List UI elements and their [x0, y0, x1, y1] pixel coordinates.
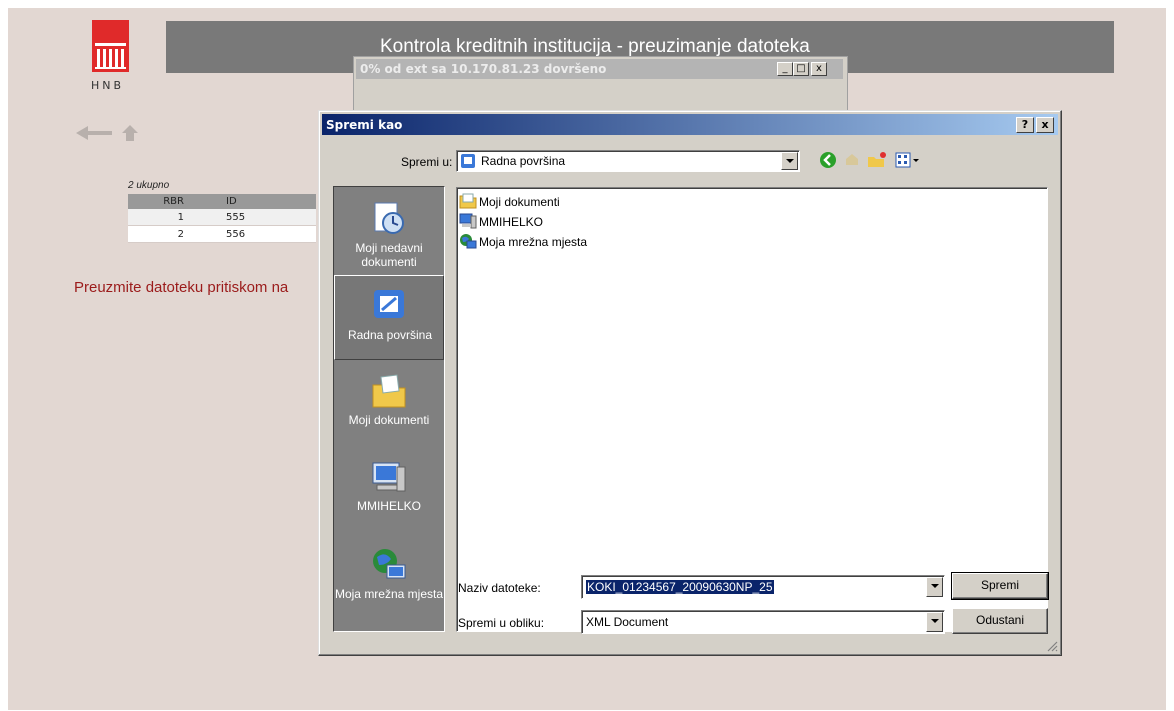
place-label: MMIHELKO: [356, 499, 421, 513]
back-icon[interactable]: [819, 151, 837, 169]
cell-id: 555: [190, 209, 316, 226]
column-header-id: ID: [190, 194, 316, 209]
recent-documents-icon: [374, 202, 404, 234]
table-row[interactable]: 2 556: [128, 225, 316, 243]
dialog-close-button[interactable]: x: [1036, 117, 1054, 133]
filetype-value: XML Document: [586, 615, 669, 629]
page-title: Kontrola kreditnih institucija - preuzim…: [380, 36, 810, 57]
save-button[interactable]: Spremi: [951, 572, 1049, 600]
save-in-dropdown[interactable]: Radna površina: [456, 150, 800, 172]
progress-close-button[interactable]: x: [811, 62, 827, 76]
minimize-button[interactable]: _: [777, 62, 793, 76]
place-my-computer[interactable]: MMIHELKO: [334, 449, 444, 534]
file-name: Moji dokumenti: [479, 195, 560, 209]
home-icon[interactable]: [120, 123, 140, 143]
table-row[interactable]: 1 555: [128, 209, 316, 226]
back-arrow-icon[interactable]: [74, 123, 114, 143]
up-folder-icon[interactable]: [843, 151, 861, 169]
table-header-row: RBR ID: [128, 194, 316, 209]
file-name: Moja mrežna mjesta: [479, 235, 588, 249]
nav-arrows: [74, 123, 144, 145]
filetype-dropdown[interactable]: XML Document: [581, 610, 945, 634]
place-desktop[interactable]: Radna površina: [334, 275, 444, 360]
filetype-label: Spremi u obliku:: [458, 616, 545, 630]
list-item[interactable]: Moji dokumenti: [459, 192, 619, 212]
cell-rbr: 2: [128, 225, 190, 243]
list-item[interactable]: MMIHELKO: [459, 212, 619, 232]
network-places-icon: [373, 549, 406, 579]
logo-text: HNB: [91, 79, 125, 92]
dialog-title-bar[interactable]: Spremi kao ? x: [322, 114, 1058, 135]
my-documents-icon: [372, 374, 406, 408]
dialog-toolbar: [819, 151, 959, 175]
hnb-logo: HNB: [83, 20, 131, 100]
progress-title-bar[interactable]: 0% od ext sa 10.170.81.23 dovršeno _ □ x: [356, 59, 843, 79]
download-instruction: Preuzmite datoteku pritiskom na: [74, 279, 289, 296]
maximize-button[interactable]: □: [793, 62, 809, 76]
column-header-rbr: RBR: [128, 194, 190, 209]
place-label: Moji dokumenti: [348, 413, 430, 427]
filename-input[interactable]: KOKI_01234567_20090630NP_25: [581, 575, 945, 599]
view-menu-icon[interactable]: [895, 151, 921, 169]
new-folder-icon[interactable]: [867, 151, 887, 169]
cancel-button[interactable]: Odustani: [952, 608, 1048, 634]
filename-label: Naziv datoteke:: [458, 581, 541, 595]
resize-grip-icon[interactable]: [1046, 640, 1058, 652]
records-table: RBR ID 1 555 2 556: [128, 194, 316, 243]
network-icon: [460, 234, 477, 249]
chevron-down-icon[interactable]: [926, 612, 943, 632]
computer-icon: [459, 213, 477, 229]
filename-value: KOKI_01234567_20090630NP_25: [586, 580, 774, 594]
cell-rbr: 1: [128, 209, 190, 226]
help-button[interactable]: ?: [1016, 117, 1034, 133]
folder-icon: [459, 193, 477, 209]
save-as-dialog: Spremi kao ? x Spremi u: Radna površina: [318, 110, 1062, 656]
place-label: Moja mrežna mjesta: [334, 587, 444, 601]
desktop-icon: [461, 154, 475, 168]
chevron-down-icon[interactable]: [926, 577, 943, 597]
logo-mark: [92, 20, 129, 72]
list-item[interactable]: Moja mrežna mjesta: [459, 232, 639, 252]
save-in-label: Spremi u:: [401, 155, 453, 169]
cell-id: 556: [190, 225, 316, 243]
file-name: MMIHELKO: [479, 215, 544, 229]
places-bar: Moji nedavni dokumenti Radna površina Mo…: [333, 186, 445, 632]
place-recent-documents[interactable]: Moji nedavni dokumenti: [334, 191, 444, 276]
place-label: Radna površina: [347, 328, 433, 342]
place-network[interactable]: Moja mrežna mjesta: [334, 537, 444, 622]
desktop-icon: [374, 290, 404, 318]
place-label: Moji nedavni dokumenti: [355, 241, 423, 269]
place-my-documents[interactable]: Moji dokumenti: [334, 363, 444, 448]
dialog-title: Spremi kao: [326, 118, 403, 132]
my-computer-icon: [372, 462, 406, 492]
save-in-value: Radna površina: [481, 154, 566, 168]
file-list[interactable]: Moji dokumenti MMIHELKO Moja mrežna mjes…: [456, 187, 1048, 632]
progress-title: 0% od ext sa 10.170.81.23 dovršeno: [360, 62, 607, 76]
chevron-down-icon[interactable]: [781, 152, 798, 170]
total-count-label: 2 ukupno: [128, 180, 170, 191]
